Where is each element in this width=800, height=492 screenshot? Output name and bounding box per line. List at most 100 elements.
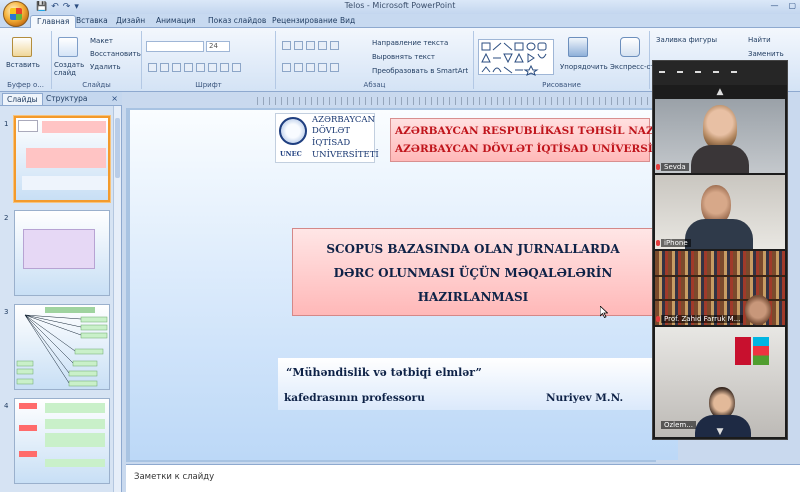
shapes-gallery[interactable] bbox=[478, 39, 554, 76]
create-slide-button[interactable]: Создать слайд bbox=[54, 61, 84, 77]
tab-structure[interactable]: Структура bbox=[46, 94, 88, 103]
find-button[interactable]: Найти bbox=[748, 36, 771, 44]
scroll-up-icon[interactable]: ▲ bbox=[653, 87, 787, 97]
slides-pane-scrollbar[interactable] bbox=[113, 106, 121, 492]
group-drawing-label: Рисование bbox=[542, 81, 581, 89]
numbering-icon[interactable] bbox=[294, 41, 303, 50]
tab-insert[interactable]: Вставка bbox=[76, 16, 108, 25]
scroll-down-icon[interactable]: ▼ bbox=[653, 427, 787, 437]
align-right-icon[interactable] bbox=[306, 63, 315, 72]
thumb-text-block bbox=[23, 229, 95, 269]
text-direction-button[interactable]: Направление текста bbox=[372, 39, 448, 47]
participant-name: Prof. Zahid Farruk M... bbox=[661, 315, 744, 323]
logo-line-1: AZƏRBAYCAN bbox=[312, 115, 375, 125]
group-slides-label: Слайды bbox=[82, 81, 111, 89]
thumb-tag-2 bbox=[19, 425, 37, 431]
indent-increase-icon[interactable] bbox=[318, 41, 327, 50]
columns-icon[interactable] bbox=[330, 63, 339, 72]
slide-number-4: 4 bbox=[4, 402, 9, 410]
font-color-icon[interactable] bbox=[232, 63, 241, 72]
logo-abbreviation: UNEC bbox=[280, 150, 302, 158]
participant-avatar bbox=[745, 295, 771, 325]
subtitle-department: “Mühəndislik və tətbiqi elmlər” bbox=[286, 366, 482, 379]
thumb-box-c bbox=[45, 433, 105, 447]
close-pane-icon[interactable]: × bbox=[111, 94, 118, 103]
slide-number-3: 3 bbox=[4, 308, 9, 316]
logo-line-4: UNİVERSİTETİ bbox=[312, 150, 379, 160]
tab-slides[interactable]: Слайды bbox=[2, 93, 43, 105]
slide-thumbnail-1[interactable] bbox=[14, 116, 110, 202]
tab-slideshow[interactable]: Показ слайдов bbox=[208, 16, 266, 25]
horizontal-ruler bbox=[257, 97, 662, 105]
tab-design[interactable]: Дизайн bbox=[116, 16, 145, 25]
participant-shoulders bbox=[685, 219, 753, 249]
tab-view[interactable]: Вид bbox=[340, 16, 355, 25]
participant-tile[interactable]: Sevda bbox=[655, 99, 785, 173]
shadow-icon[interactable] bbox=[196, 63, 205, 72]
italic-icon[interactable] bbox=[160, 63, 169, 72]
arrange-button[interactable]: Упорядочить bbox=[560, 63, 608, 71]
restore-button[interactable]: Восстановить bbox=[90, 50, 141, 58]
presentation-subtitle[interactable]: “Mühəndislik və tətbiqi elmlər” kafedras… bbox=[278, 358, 654, 410]
ministry-line-2: AZƏRBAYCAN DÖVLƏT İQTİSAD UNİVERSİTET bbox=[395, 143, 677, 155]
office-logo-icon bbox=[10, 8, 22, 20]
thumb-tag bbox=[19, 403, 37, 409]
group-font-label: Шрифт bbox=[195, 81, 222, 89]
thumb-box-d bbox=[45, 459, 105, 467]
group-drawing: Упорядочить Экспресс-стили Рисование bbox=[474, 31, 668, 89]
underline-icon[interactable] bbox=[172, 63, 181, 72]
notes-area[interactable]: Заметки к слайду bbox=[126, 464, 800, 492]
scroll-knob[interactable] bbox=[115, 118, 120, 178]
indent-decrease-icon[interactable] bbox=[306, 41, 315, 50]
font-size-combo[interactable]: 24 bbox=[206, 41, 230, 52]
minimize-icon[interactable]: — bbox=[770, 1, 778, 10]
font-name-combo[interactable] bbox=[146, 41, 204, 52]
presentation-title[interactable]: SCOPUS BAZASINDA OLAN JURNALLARDA DƏRC O… bbox=[292, 228, 654, 316]
office-button[interactable] bbox=[3, 1, 29, 27]
logo-line-2: DÖVLƏT bbox=[312, 126, 351, 136]
delete-button[interactable]: Удалить bbox=[90, 63, 121, 71]
layout-button[interactable]: Макет bbox=[90, 37, 113, 45]
bullets-icon[interactable] bbox=[282, 41, 291, 50]
align-left-icon[interactable] bbox=[282, 63, 291, 72]
participant-tile[interactable]: Ozlem... bbox=[655, 327, 785, 437]
group-clipboard: Вставить Буфер о... bbox=[0, 31, 52, 89]
thumb-header bbox=[42, 121, 106, 133]
paste-icon[interactable] bbox=[12, 37, 32, 57]
thumb-title bbox=[26, 148, 106, 168]
thumb-subtitle bbox=[22, 176, 108, 190]
new-slide-icon[interactable] bbox=[58, 37, 78, 57]
shape-fill-button[interactable]: Заливка фигуры bbox=[656, 36, 717, 44]
line-spacing-icon[interactable] bbox=[330, 41, 339, 50]
align-center-icon[interactable] bbox=[294, 63, 303, 72]
group-slides: Создать слайд Макет Восстановить Удалить… bbox=[52, 31, 142, 89]
ministry-header[interactable]: AZƏRBAYCAN RESPUBLİKASI TƏHSİL NAZİRLİ A… bbox=[390, 118, 680, 162]
tab-animation[interactable]: Анимация bbox=[156, 16, 196, 25]
arrange-icon[interactable] bbox=[568, 37, 588, 57]
replace-button[interactable]: Заменить bbox=[748, 50, 784, 58]
panel-view-controls[interactable] bbox=[659, 71, 737, 73]
align-text-button[interactable]: Выровнять текст bbox=[372, 53, 435, 61]
ribbon-tabs: Главная Вставка Дизайн Анимация Показ сл… bbox=[0, 14, 800, 28]
slide-thumbnail-3[interactable] bbox=[14, 304, 110, 390]
smartart-button[interactable]: Преобразовать в SmartArt bbox=[372, 67, 468, 75]
maximize-icon[interactable]: ▢ bbox=[788, 1, 796, 10]
paste-button[interactable]: Вставить bbox=[6, 61, 40, 69]
bold-icon[interactable] bbox=[148, 63, 157, 72]
participant-tile[interactable]: Prof. Zahid Farruk M... bbox=[655, 251, 785, 325]
slide-thumbnail-4[interactable] bbox=[14, 398, 110, 484]
slide-thumbnail-2[interactable] bbox=[14, 210, 110, 296]
font-format-buttons bbox=[148, 63, 241, 72]
strikethrough-icon[interactable] bbox=[184, 63, 193, 72]
tab-home[interactable]: Главная bbox=[30, 15, 77, 28]
university-logo[interactable]: UNEC AZƏRBAYCAN DÖVLƏT İQTİSAD UNİVERSİT… bbox=[275, 113, 379, 163]
university-seal-icon bbox=[279, 117, 307, 145]
participant-name: iPhone bbox=[661, 239, 691, 247]
quick-styles-icon[interactable] bbox=[620, 37, 640, 57]
justify-icon[interactable] bbox=[318, 63, 327, 72]
spacing-icon[interactable] bbox=[208, 63, 217, 72]
ministry-line-1: AZƏRBAYCAN RESPUBLİKASI TƏHSİL NAZİRLİ bbox=[395, 125, 680, 137]
tab-review[interactable]: Рецензирование bbox=[272, 16, 337, 25]
case-icon[interactable] bbox=[220, 63, 229, 72]
participant-tile[interactable]: iPhone bbox=[655, 175, 785, 249]
